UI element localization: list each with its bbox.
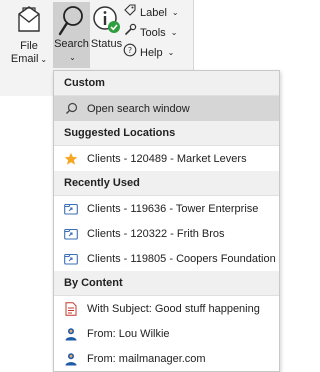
- open-search-window-label: Open search window: [87, 102, 190, 115]
- section-header-content: By Content: [54, 271, 279, 296]
- search-dropdown-menu: Custom Open search window Suggested Loca…: [53, 70, 280, 372]
- folder-link-icon: [64, 202, 78, 216]
- search-caret-icon: ⌄: [69, 53, 76, 62]
- recent-item-label: Clients - 119636 - Tower Enterprise: [87, 202, 259, 215]
- label-button-text: Label: [140, 7, 167, 19]
- content-item-label: With Subject: Good stuff happening: [87, 302, 260, 315]
- content-item[interactable]: From: mailmanager.com: [54, 346, 279, 371]
- section-header-recent: Recently Used: [54, 171, 279, 196]
- person-icon: [64, 352, 78, 366]
- section-header-custom: Custom: [54, 71, 279, 96]
- recent-item-label: Clients - 119805 - Coopers Foundation: [87, 252, 276, 265]
- content-item-label: From: Lou Wilkie: [87, 327, 170, 340]
- star-icon: [64, 152, 78, 166]
- help-caret-icon: ⌄: [167, 48, 175, 57]
- suggested-location-item[interactable]: Clients - 120489 - Market Levers: [54, 146, 279, 171]
- search-button[interactable]: Search ⌄: [53, 2, 90, 68]
- recent-item[interactable]: Clients - 119636 - Tower Enterprise: [54, 196, 279, 221]
- folder-link-icon: [64, 227, 78, 241]
- status-info-icon: [90, 4, 123, 36]
- label-caret-icon: ⌄: [171, 8, 179, 17]
- section-header-suggested: Suggested Locations: [54, 121, 279, 146]
- help-icon: ?: [123, 43, 137, 63]
- file-email-caret-icon: ⌄: [40, 55, 48, 64]
- tools-button[interactable]: Tools ⌄: [123, 23, 178, 43]
- person-icon: [64, 327, 78, 341]
- svg-text:?: ?: [128, 46, 132, 55]
- content-item-label: From: mailmanager.com: [87, 352, 206, 365]
- suggested-location-label: Clients - 120489 - Market Levers: [87, 152, 247, 165]
- tag-icon: [123, 3, 137, 23]
- label-button[interactable]: Label ⌄: [123, 4, 179, 22]
- file-email-button[interactable]: File Email ⌄: [5, 4, 53, 66]
- file-email-label-2: Email: [10, 53, 39, 65]
- wrench-icon: [123, 23, 137, 43]
- status-button[interactable]: Status: [90, 4, 123, 62]
- document-icon: [64, 301, 78, 316]
- folder-link-icon: [64, 252, 78, 266]
- tools-caret-icon: ⌄: [170, 28, 178, 37]
- open-search-window-item[interactable]: Open search window: [54, 96, 279, 121]
- tools-button-text: Tools: [140, 27, 166, 39]
- file-email-label-1: File: [20, 40, 38, 52]
- content-item[interactable]: From: Lou Wilkie: [54, 321, 279, 346]
- search-icon: [53, 4, 90, 38]
- status-label: Status: [90, 38, 123, 50]
- recent-item[interactable]: Clients - 119805 - Coopers Foundation: [54, 246, 279, 271]
- search-icon: [64, 102, 78, 116]
- search-label: Search: [54, 38, 89, 50]
- recent-item-label: Clients - 120322 - Frith Bros: [87, 227, 225, 240]
- help-button[interactable]: ? Help ⌄: [123, 43, 175, 63]
- help-button-text: Help: [140, 47, 163, 59]
- recent-item[interactable]: Clients - 120322 - Frith Bros: [54, 221, 279, 246]
- content-item[interactable]: With Subject: Good stuff happening: [54, 296, 279, 321]
- file-email-icon: [5, 4, 53, 34]
